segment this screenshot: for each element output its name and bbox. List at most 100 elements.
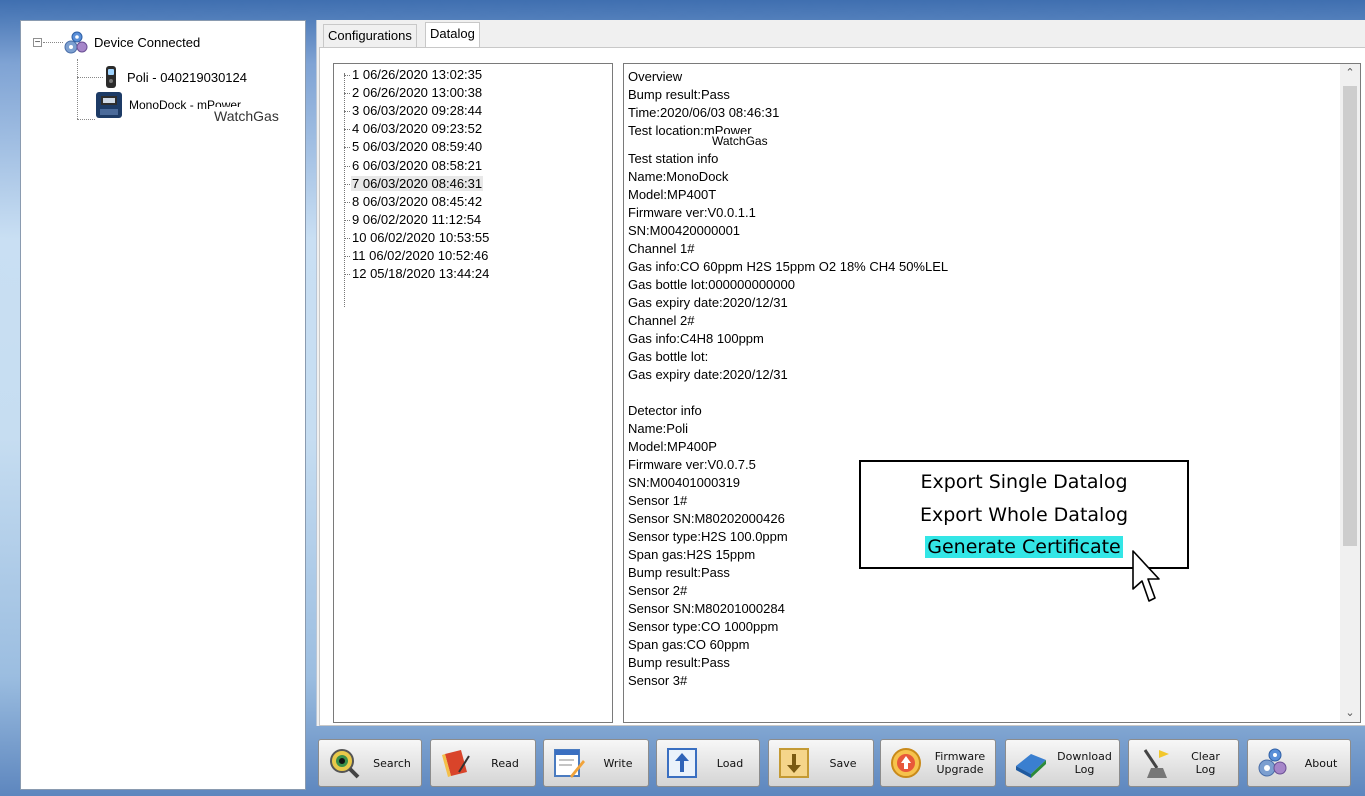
watermark: WatchGas [211,107,282,125]
watermark: WatchGas [712,134,768,148]
upgrade-icon [889,746,923,780]
datalog-list-item[interactable]: 9 06/02/2020 11:12:54 [344,211,482,229]
tree-connector [344,111,350,113]
tree-root-label: Device Connected [94,34,201,50]
tree-connector [77,119,95,120]
clear-log-button[interactable]: Clear Log [1128,739,1239,787]
detail-line: Bump result:Pass [628,87,730,102]
tree-item-poli[interactable]: Poli - 040219030124 [103,65,247,89]
scroll-down-icon[interactable]: ⌄ [1340,704,1360,722]
search-icon [327,746,361,780]
download-log-button[interactable]: Download Log [1005,739,1120,787]
search-button[interactable]: Search [318,739,422,787]
datalog-list-item[interactable]: 1 06/26/2020 13:02:35 [344,66,483,84]
detail-line: Gas info:CO 60ppm H2S 15ppm O2 18% CH4 5… [628,259,949,274]
scroll-thumb[interactable] [1343,86,1357,546]
detail-line: Bump result:Pass [628,655,730,670]
tab-datalog[interactable]: Datalog [425,22,480,47]
datalog-entry-label: 12 05/18/2020 13:44:24 [352,266,490,282]
toolbar-button-label: Save [829,756,857,770]
detail-line: Gas expiry date:2020/12/31 [628,295,788,310]
toolbar-button-label: About [1304,756,1338,770]
scroll-up-icon[interactable]: ⌃ [1340,64,1360,82]
generate-certificate-label: Generate Certificate [925,536,1123,558]
datalog-entry-label: 6 06/03/2020 08:58:21 [352,157,483,173]
datalog-tab-body: 1 06/26/2020 13:02:35 2 06/26/2020 13:00:… [319,47,1365,726]
device-tree: − Device Connected Poli - 040219030124 M… [20,20,306,790]
datalog-list-item[interactable]: 6 06/03/2020 08:58:21 [344,157,483,175]
datalog-list-item[interactable]: 12 05/18/2020 13:44:24 [344,265,490,283]
datalog-detail[interactable]: Overview Bump result:Pass Time:2020/06/03 … [623,63,1361,723]
toolbar-button-label: Write [603,756,633,770]
tree-connector [344,201,350,203]
collapse-icon[interactable]: − [33,37,42,47]
tree-connector [344,274,350,276]
save-icon [777,746,811,780]
detail-line: Name:Poli [628,421,688,436]
detail-line: Sensor 2# [628,583,688,598]
detail-line: Channel 2# [628,313,695,328]
datalog-entry-label: 5 06/03/2020 08:59:40 [352,139,483,155]
dock-icon [95,91,123,119]
datalog-list-item[interactable]: 7 06/03/2020 08:46:31 [344,175,484,193]
datalog-entry-label: 11 06/02/2020 10:52:46 [352,248,489,263]
toolbar-button-label: Load [716,756,744,770]
export-single-datalog[interactable]: Export Single Datalog [861,467,1187,497]
toolbar-button-label: Clear Log [1191,750,1220,776]
datalog-entry-label: 1 06/26/2020 13:02:35 [352,67,483,82]
datalog-list-item[interactable]: 10 06/02/2020 10:53:55 [344,229,490,247]
datalog-entry-label: 10 06/02/2020 10:53:55 [352,229,490,245]
tree-connector [344,75,350,77]
tab-configurations[interactable]: Configurations [323,24,417,47]
datalog-entry-label: 4 06/03/2020 09:23:52 [352,121,483,137]
tree-connector [344,93,350,95]
read-icon [439,746,473,780]
tree-connector [77,59,78,119]
datalog-entry-label: 7 06/03/2020 08:46:31 [351,175,484,191]
tree-connector [344,237,350,239]
detail-line: Gas bottle lot:000000000000 [628,277,795,292]
tree-connector [344,256,350,258]
detail-line: Model:MP400T [628,187,717,202]
tree-connector [344,183,350,185]
detail-line: Detector info [628,403,702,418]
load-button[interactable]: Load [656,739,760,787]
datalog-list[interactable]: 1 06/26/2020 13:02:35 2 06/26/2020 13:00:… [333,63,613,723]
scrollbar[interactable]: ⌃ ⌄ [1340,64,1360,722]
datalog-list-item[interactable]: 5 06/03/2020 08:59:40 [344,138,483,156]
export-whole-datalog[interactable]: Export Whole Datalog [861,500,1187,530]
write-button[interactable]: Write [543,739,649,787]
tree-item-label: Poli - 040219030124 [127,69,247,85]
toolbar-button-label: Read [491,756,519,770]
tree-root[interactable]: − Device Connected [33,30,200,54]
read-button[interactable]: Read [430,739,536,787]
datalog-list-item[interactable]: 3 06/03/2020 09:28:44 [344,102,483,120]
detail-line: Name:MonoDock [628,169,729,184]
save-button[interactable]: Save [768,739,874,787]
detail-text: Overview Bump result:Pass Time:2020/06/03 … [628,68,948,690]
bottom-toolbar: Search Read Write Load Save Firmware Upgrade Do… [316,731,1365,791]
detail-line: Firmware ver:V0.0.1.1 [628,205,756,220]
detail-line: Gas bottle lot: [628,349,709,364]
tree-connector [344,129,350,131]
mouse-cursor-icon [1131,549,1161,614]
datalog-list-item[interactable]: 11 06/02/2020 10:52:46 [344,247,489,265]
detail-line: Sensor 3# [628,673,688,688]
datalog-list-item[interactable]: 4 06/03/2020 09:23:52 [344,120,483,138]
detail-line: Gas info:C4H8 100ppm [628,331,764,346]
detail-line: Test location:mPower [628,123,752,138]
broom-icon [1137,746,1171,780]
detector-icon [103,65,119,89]
datalog-list-item[interactable]: 8 06/03/2020 08:45:42 [344,193,483,211]
firmware-upgrade-button[interactable]: Firmware Upgrade [880,739,996,787]
datalog-entry-label: 3 06/03/2020 09:28:44 [352,103,483,119]
download-icon [1014,746,1048,780]
datalog-list-item[interactable]: 2 06/26/2020 13:00:38 [344,84,483,102]
about-button[interactable]: About [1247,739,1351,787]
toolbar-button-label: Search [373,756,411,770]
detail-line: Span gas:CO 60ppm [628,637,750,652]
datalog-entry-label: 9 06/02/2020 11:12:54 [352,211,482,227]
detail-line: Gas expiry date:2020/12/31 [628,367,788,382]
